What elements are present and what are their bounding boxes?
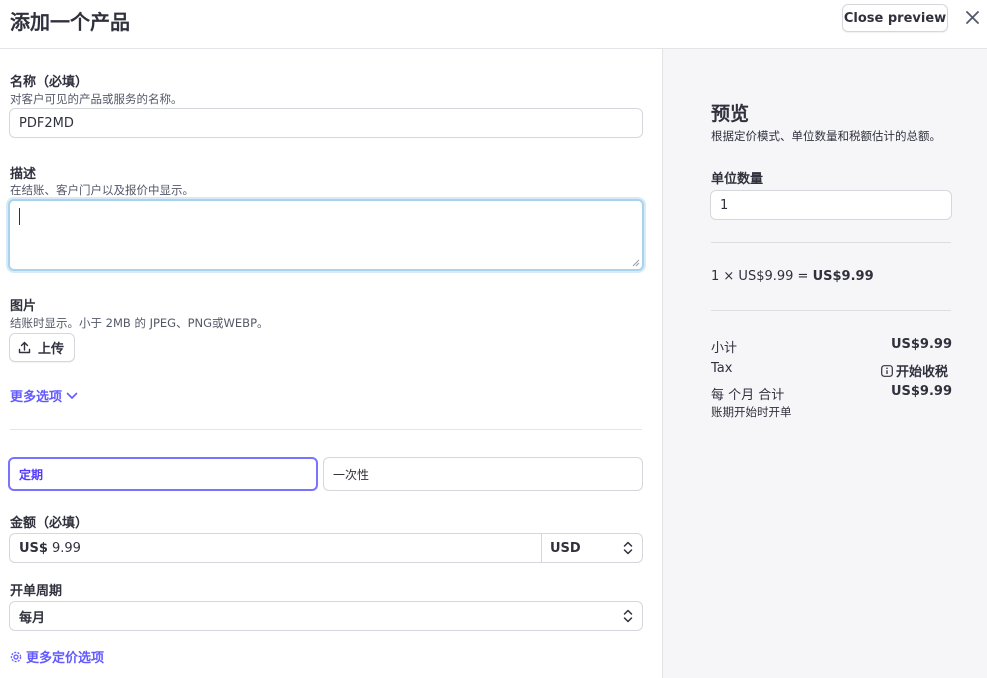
one-time-label: 一次性	[333, 467, 370, 482]
more-options-label: 更多选项	[10, 390, 63, 405]
currency-value: USD	[550, 540, 581, 556]
subtotal-row: 小计 US$9.99	[711, 337, 952, 356]
name-input[interactable]: PDF2MD	[9, 108, 643, 138]
description-label: 描述	[10, 167, 37, 182]
amount-input-value[interactable]: 9.99	[52, 541, 81, 556]
preview-divider	[711, 310, 951, 311]
start-tax-label: 开始收税	[895, 365, 948, 380]
more-options-link[interactable]: 更多选项	[10, 386, 78, 405]
calc-expression: 1 × US$9.99 =	[711, 269, 813, 284]
name-help: 对客户可见的产品或服务的名称。	[10, 92, 183, 106]
calc-result: US$9.99	[812, 269, 874, 284]
more-pricing-label: 更多定价选项	[26, 651, 105, 666]
close-icon[interactable]	[962, 7, 982, 27]
chevron-updown-icon	[623, 609, 633, 623]
page-title: 添加一个产品	[10, 10, 130, 34]
tax-label: Tax	[711, 361, 733, 376]
quantity-input[interactable]: 1	[710, 190, 952, 220]
total-row: 每 个月 合计 US$9.99	[711, 384, 952, 403]
section-divider	[10, 429, 642, 430]
pricing-type-recurring[interactable]: 定期	[8, 457, 318, 491]
upload-label: 上传	[38, 341, 65, 356]
total-label: 每 个月 合计	[711, 388, 785, 403]
preview-divider	[711, 242, 951, 243]
close-preview-button[interactable]: Close preview	[842, 4, 948, 32]
billing-period-select[interactable]: 每月	[9, 601, 643, 631]
image-label: 图片	[10, 299, 37, 314]
tax-row: Tax 开始收税	[711, 361, 952, 380]
info-icon	[881, 364, 893, 377]
text-caret	[19, 208, 20, 225]
start-tax-link[interactable]: 开始收税	[881, 361, 948, 380]
subtotal-value: US$9.99	[890, 337, 952, 352]
amount-currency-prefix: US$	[19, 540, 48, 556]
chevron-updown-icon	[623, 541, 633, 555]
currency-select[interactable]: USD	[541, 534, 642, 562]
subtotal-label: 小计	[711, 341, 738, 356]
quantity-label: 单位数量	[711, 172, 764, 187]
upload-button[interactable]: 上传	[9, 333, 75, 362]
product-form: 名称（必填） 对客户可见的产品或服务的名称。 PDF2MD 描述 在结账、客户门…	[0, 49, 662, 678]
recurring-label: 定期	[19, 467, 44, 482]
gear-icon	[10, 651, 22, 662]
pricing-type-one-time[interactable]: 一次性	[323, 457, 643, 491]
billing-note: 账期开始时开单	[711, 405, 792, 419]
preview-title: 预览	[711, 103, 750, 125]
upload-icon	[18, 341, 31, 354]
billing-period-value: 每月	[19, 610, 46, 626]
quantity-value: 1	[720, 197, 729, 213]
total-value: US$9.99	[890, 384, 952, 399]
preview-panel: 预览 根据定价模式、单位数量和税额估计的总额。 单位数量 1 1 × US$9.…	[662, 49, 987, 678]
amount-field[interactable]: US$ 9.99 USD	[9, 533, 643, 563]
chevron-down-icon	[66, 392, 78, 399]
description-help: 在结账、客户门户以及报价中显示。	[10, 183, 194, 197]
preview-subtitle: 根据定价模式、单位数量和税额估计的总额。	[711, 129, 941, 143]
more-pricing-options-link[interactable]: 更多定价选项	[10, 647, 104, 666]
billing-period-label: 开单周期	[10, 584, 63, 599]
amount-label: 金额（必填）	[10, 516, 89, 531]
name-input-value: PDF2MD	[19, 115, 74, 131]
resize-handle-icon[interactable]	[632, 259, 640, 267]
page-header: 添加一个产品 Close preview	[0, 0, 987, 49]
description-textarea[interactable]	[8, 199, 644, 271]
calculation-line: 1 × US$9.99 = US$9.99	[711, 269, 874, 284]
name-label: 名称（必填）	[10, 75, 89, 90]
image-help: 结账时显示。小于 2MB 的 JPEG、PNG或WEBP。	[10, 316, 269, 330]
